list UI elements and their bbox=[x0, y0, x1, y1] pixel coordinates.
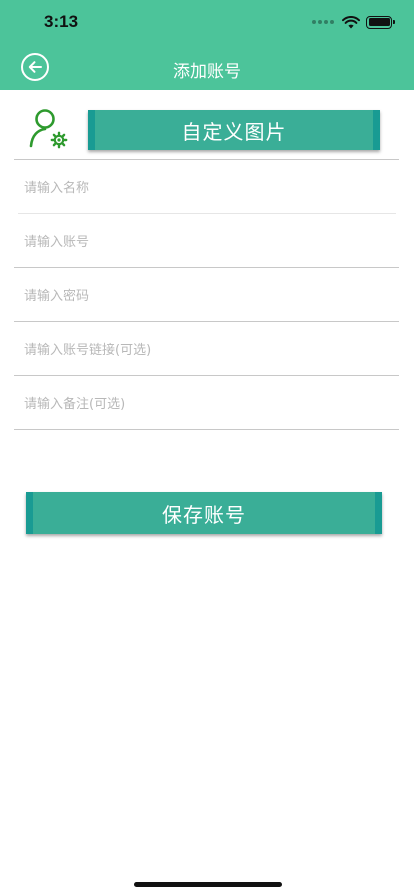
divider bbox=[14, 267, 399, 268]
custom-image-button-label: 自定义图片 bbox=[181, 119, 287, 144]
user-settings-icon[interactable] bbox=[28, 108, 68, 150]
cellular-signal-icon bbox=[312, 20, 334, 24]
divider bbox=[14, 375, 399, 376]
divider bbox=[14, 159, 399, 160]
custom-image-button[interactable]: 自定义图片 bbox=[88, 110, 380, 150]
divider bbox=[14, 321, 399, 322]
wifi-icon bbox=[342, 15, 360, 28]
divider bbox=[14, 429, 399, 430]
status-icons bbox=[312, 14, 395, 30]
save-account-button-label: 保存账号 bbox=[162, 502, 246, 527]
account-link-input[interactable] bbox=[24, 335, 394, 365]
battery-icon bbox=[366, 15, 395, 29]
home-indicator[interactable] bbox=[134, 882, 282, 887]
header-bar: 3:13 添加账号 bbox=[0, 0, 414, 90]
name-input[interactable] bbox=[24, 173, 394, 203]
divider bbox=[18, 213, 396, 214]
status-time: 3:13 bbox=[44, 12, 79, 31]
page-title: 添加账号 bbox=[173, 62, 241, 82]
password-input[interactable] bbox=[24, 281, 394, 311]
account-input[interactable] bbox=[24, 227, 394, 257]
note-input[interactable] bbox=[24, 389, 394, 419]
save-account-button[interactable]: 保存账号 bbox=[26, 492, 382, 534]
